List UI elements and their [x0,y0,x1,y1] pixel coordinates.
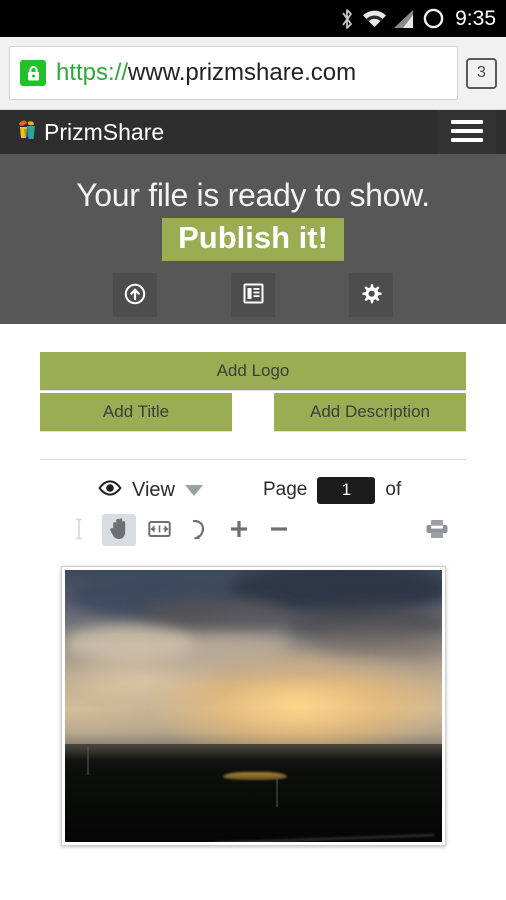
printer-icon [425,518,449,543]
zoom-out-tool[interactable] [262,514,296,546]
url-host: www.prizmshare.com [128,59,357,86]
rotate-icon [190,518,208,543]
settings-button[interactable] [349,273,393,317]
upload-button[interactable] [113,273,157,317]
page-navigation: Page 1 of [263,476,402,504]
cloud [139,597,291,633]
status-bar: 9:35 [0,0,506,37]
photo-foreground [64,744,442,842]
document-viewer[interactable] [40,566,466,846]
cloud [94,657,419,678]
cell-signal-icon [394,9,415,29]
prizmshare-logo-icon [18,119,38,146]
gear-icon [360,283,382,308]
hero-action-row [0,273,506,317]
status-clock: 9:35 [455,6,496,30]
add-logo-button[interactable]: Add Logo [40,352,466,390]
brand-logo-link[interactable]: PrizmShare [18,119,164,146]
cloud [313,629,442,661]
page-of-label: of [385,479,402,500]
plus-icon [228,518,250,543]
metadata-buttons: Add Logo Add Title Add Description [40,324,466,431]
photo-road [215,834,434,842]
viewer-toolbar-top-row: View Page 1 of [40,472,466,508]
add-description-button[interactable]: Add Description [274,393,466,431]
photo-pole [275,777,278,807]
hero-headline: Your file is ready to show. [76,177,430,213]
lock-icon [20,60,46,86]
menu-bar-2 [451,129,483,133]
fit-width-icon [147,519,171,542]
photo-city-band [64,744,442,760]
url-scheme: https:// [56,59,129,86]
photo-pole [87,746,90,776]
site-navbar: PrizmShare [0,110,506,162]
photo-sky [64,570,442,745]
wifi-icon [362,9,387,29]
i-beam-icon [72,518,86,543]
view-mode-dropdown[interactable]: View [98,479,203,502]
viewer-tool-row [40,508,466,552]
page-number-input[interactable]: 1 [317,476,376,504]
eye-icon [98,479,122,501]
page-content: Add Logo Add Title Add Description View … [0,324,506,846]
menu-bar-3 [451,138,483,142]
pages-button[interactable] [231,273,275,317]
fit-width-tool[interactable] [142,514,176,546]
tab-counter-button[interactable]: 3 [466,57,497,89]
viewer-toolbar: View Page 1 of [40,459,466,552]
publish-cta-button[interactable]: Publish it! [162,218,344,261]
zoom-in-tool[interactable] [222,514,256,546]
menu-bar-1 [451,120,483,124]
page-label: Page [263,479,308,500]
document-page[interactable] [60,566,446,846]
text-select-tool[interactable] [62,514,96,546]
browser-toolbar: https://www.prizmshare.com 3 [0,37,506,110]
view-mode-label: View [132,478,175,501]
chevron-down-icon[interactable] [185,484,203,496]
brand-name: PrizmShare [44,118,165,145]
circle-icon [422,7,445,30]
url-bar[interactable]: https://www.prizmshare.com [9,46,458,100]
minus-icon [268,518,290,543]
add-title-button[interactable]: Add Title [40,393,232,431]
hero-banner: Your file is ready to show. Publish it! [0,154,506,324]
upload-circle-icon [124,283,146,308]
list-document-icon [243,283,264,307]
hand-icon [108,517,130,543]
print-tool[interactable] [420,514,454,546]
rotate-tool[interactable] [182,514,216,546]
sunset-landscape-photo [64,570,442,842]
pan-tool[interactable] [102,514,136,546]
bluetooth-icon [340,8,355,30]
